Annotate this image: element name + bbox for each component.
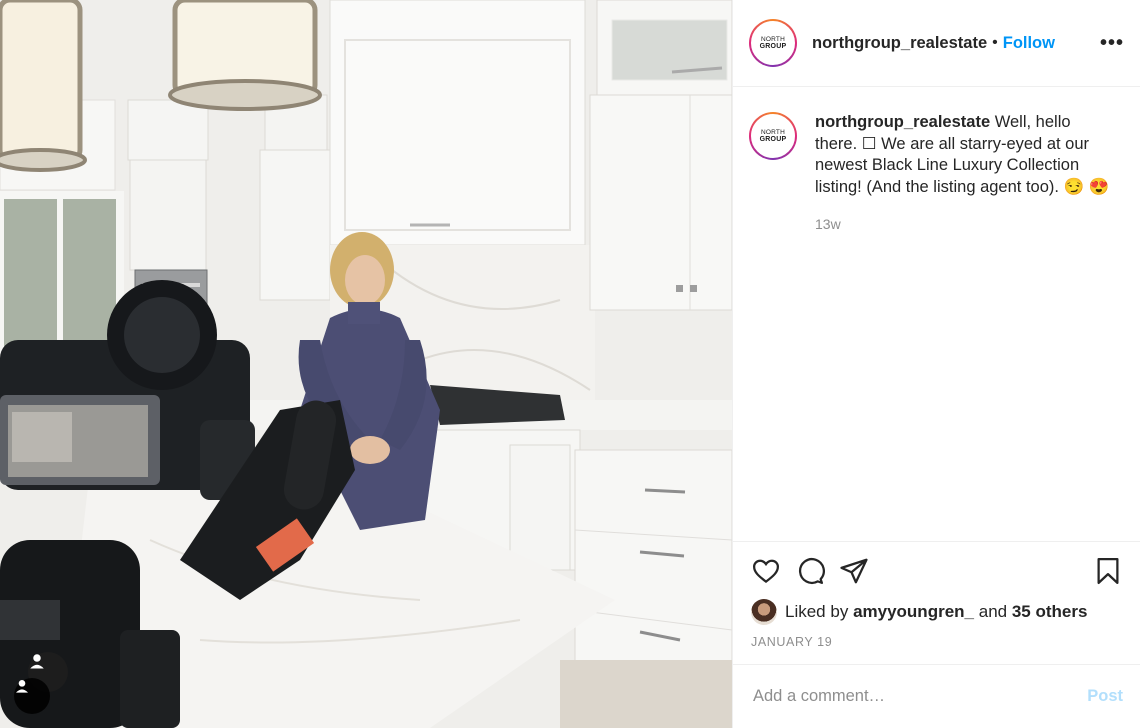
post-comment-button[interactable]: Post (1087, 687, 1123, 706)
post-actions: Liked by amyyoungren_ and 35 others JANU… (733, 541, 1140, 649)
header-separator: • (992, 34, 998, 51)
follow-button[interactable]: Follow (1003, 34, 1055, 53)
comment-box: Post (733, 664, 1140, 728)
comment-input[interactable] (753, 687, 1088, 706)
more-options-button[interactable]: ••• (1100, 32, 1124, 55)
kitchen-photo-illustration (0, 0, 732, 728)
comment-button[interactable] (795, 556, 825, 586)
person-icon (30, 654, 44, 669)
liker-avatar[interactable] (751, 599, 777, 625)
author-username[interactable]: northgroup_realestate (812, 34, 987, 53)
likes-prefix: Liked by (785, 602, 849, 621)
caption-section: NORTH GROUP northgroup_realestate Well, … (733, 87, 1140, 540)
action-row (751, 554, 1123, 588)
caption-username[interactable]: northgroup_realestate (815, 113, 990, 131)
share-button[interactable] (839, 556, 869, 586)
tagged-users-button[interactable] (14, 678, 50, 714)
post-photo[interactable] (0, 0, 732, 728)
likes-others-link[interactable]: 35 others (1012, 602, 1088, 622)
logo-text-top: NORTH (761, 36, 785, 43)
heart-icon (752, 559, 780, 584)
comment-icon (798, 558, 825, 584)
logo-text-bottom: GROUP (759, 136, 787, 143)
send-icon (840, 558, 868, 584)
post-header: NORTH GROUP northgroup_realestate • Foll… (733, 0, 1140, 87)
logo-text-top: NORTH (761, 129, 785, 136)
caption-text: northgroup_realestate Well, hello there.… (815, 112, 1115, 198)
post-side-panel: NORTH GROUP northgroup_realestate • Foll… (732, 0, 1140, 728)
caption-body: northgroup_realestate Well, hello there.… (815, 112, 1115, 540)
liked-by-username[interactable]: amyyoungren_ (853, 602, 974, 622)
logo-text-bottom: GROUP (759, 43, 787, 50)
caption-timestamp[interactable]: 13w (815, 216, 1115, 232)
north-group-logo: NORTH GROUP (751, 21, 795, 65)
like-button[interactable] (751, 556, 781, 586)
north-group-logo: NORTH GROUP (751, 114, 795, 158)
person-icon (16, 680, 28, 693)
likes-summary: Liked by amyyoungren_ and 35 others (751, 599, 1123, 625)
author-avatar[interactable]: NORTH GROUP (749, 19, 797, 67)
save-button[interactable] (1093, 556, 1123, 586)
post-date[interactable]: JANUARY 19 (751, 635, 1123, 649)
bookmark-icon (1097, 558, 1119, 584)
more-icon: ••• (1099, 31, 1124, 54)
likes-and: and (978, 602, 1008, 621)
caption-author-avatar[interactable]: NORTH GROUP (749, 112, 797, 160)
